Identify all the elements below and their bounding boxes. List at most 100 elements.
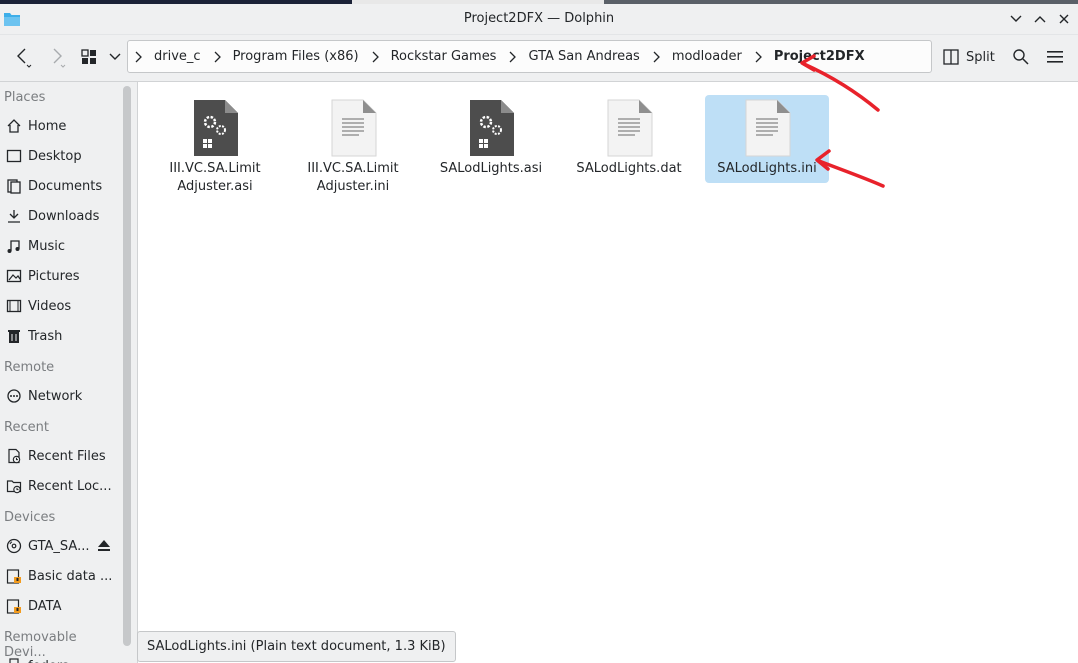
sidebar-item-network[interactable]: Network <box>0 382 118 410</box>
sidebar-item-label: Network <box>28 388 83 404</box>
file-name: SALodLights.ini <box>705 160 829 178</box>
sidebar-item-label: Home <box>28 118 67 134</box>
desktop-icon <box>5 147 23 165</box>
split-label: Split <box>966 49 995 65</box>
file-name-line: III.VC.SA.Limit <box>169 161 261 176</box>
sidebar-scrollbar[interactable] <box>123 86 131 646</box>
breadcrumb-item-gta-san-andreas[interactable]: GTA San Andreas <box>522 49 645 64</box>
breadcrumb[interactable]: drive_c Program Files (x86) Rockstar Gam… <box>127 40 932 73</box>
sidebar-item-label: Downloads <box>28 208 100 224</box>
sidebar-item-home[interactable]: Home <box>0 112 118 140</box>
sidebar-item-label: Videos <box>28 298 72 314</box>
chevron-right-icon <box>372 51 379 62</box>
sidebar-item-trash[interactable]: Trash <box>0 322 118 350</box>
breadcrumb-root-separator[interactable] <box>128 51 148 63</box>
file-view[interactable]: III.VC.SA.Limit Adjuster.asi III.VC.SA.L… <box>138 82 1078 663</box>
sidebar-item-gta-sa-disc[interactable]: GTA_SA... <box>0 532 118 560</box>
split-view-icon <box>943 49 959 65</box>
breadcrumb-separator[interactable] <box>207 51 227 63</box>
back-button[interactable] <box>8 43 38 71</box>
sidebar-item-recent-locations[interactable]: Recent Loc... <box>0 472 118 500</box>
sidebar-item-pictures[interactable]: Pictures <box>0 262 118 290</box>
chevron-right-icon <box>135 51 142 62</box>
forward-button[interactable] <box>42 43 72 71</box>
sidebar-item-label: Music <box>28 238 65 254</box>
sidebar-item-label: Recent Files <box>28 448 106 464</box>
sidebar-item-recent-files[interactable]: Recent Files <box>0 442 118 470</box>
drive-icon <box>5 597 23 615</box>
sidebar-item-label: fedora <box>28 659 70 663</box>
chevron-right-icon <box>755 51 762 62</box>
file-item[interactable]: III.VC.SA.Limit Adjuster.asi <box>153 95 277 194</box>
title-bar[interactable]: Project2DFX — Dolphin <box>0 4 1078 35</box>
search-button[interactable] <box>1010 43 1032 71</box>
text-file-icon <box>331 99 377 157</box>
maximize-button[interactable] <box>1030 9 1050 29</box>
breadcrumb-item-program-files[interactable]: Program Files (x86) <box>227 49 365 64</box>
chevron-right-icon <box>53 48 66 68</box>
main-menu-button[interactable] <box>1044 43 1066 71</box>
breadcrumb-item-rockstar-games[interactable]: Rockstar Games <box>385 49 503 64</box>
section-title-devices: Devices <box>4 510 56 525</box>
close-button[interactable] <box>1054 9 1074 29</box>
breadcrumb-item-modloader[interactable]: modloader <box>666 49 748 64</box>
sidebar-item-documents[interactable]: Documents <box>0 172 118 200</box>
file-item[interactable]: SALodLights.asi <box>429 95 553 183</box>
file-item[interactable]: III.VC.SA.Limit Adjuster.ini <box>291 95 415 194</box>
sidebar-item-fedora[interactable]: fedora <box>0 652 118 663</box>
breadcrumb-item-current[interactable]: Project2DFX <box>768 49 871 64</box>
view-mode-dropdown[interactable] <box>104 43 126 71</box>
file-name-line: SALodLights.asi <box>439 161 543 176</box>
file-name: SALodLights.dat <box>567 160 691 178</box>
chevron-right-icon <box>653 51 660 62</box>
close-icon <box>1059 14 1069 24</box>
chevron-down-icon <box>109 53 121 60</box>
sidebar-item-label: Recent Loc... <box>28 478 112 494</box>
videos-icon <box>5 297 23 315</box>
sidebar-item-downloads[interactable]: Downloads <box>0 202 118 230</box>
sidebar-item-label: Documents <box>28 178 103 194</box>
eject-icon[interactable] <box>97 538 111 556</box>
file-name-line: SALodLights.dat <box>576 161 682 176</box>
sidebar-item-basic-data[interactable]: Basic data ... <box>0 562 118 590</box>
file-name-line: III.VC.SA.Limit <box>307 161 399 176</box>
section-title-remote: Remote <box>4 360 55 375</box>
sidebar-item-label: Trash <box>28 328 63 344</box>
view-mode-button[interactable] <box>78 43 100 71</box>
sidebar-item-videos[interactable]: Videos <box>0 292 118 320</box>
breadcrumb-separator[interactable] <box>646 51 666 63</box>
window-title: Project2DFX — Dolphin <box>463 11 615 26</box>
file-item-selected[interactable]: SALodLights.ini <box>705 95 829 183</box>
recent-locations-icon <box>5 477 23 495</box>
sidebar-item-label: GTA_SA... <box>28 538 90 554</box>
chevron-right-icon <box>510 51 517 62</box>
network-icon <box>5 387 23 405</box>
breadcrumb-separator[interactable] <box>365 51 385 63</box>
chevron-left-icon <box>17 48 32 68</box>
file-name: III.VC.SA.Limit Adjuster.asi <box>153 160 277 196</box>
toolbar: drive_c Program Files (x86) Rockstar Gam… <box>0 35 1078 82</box>
breadcrumb-separator[interactable] <box>502 51 522 63</box>
view-grid-icon <box>81 49 96 64</box>
executable-file-icon <box>470 100 514 156</box>
drive-icon <box>5 567 23 585</box>
home-icon <box>5 117 23 135</box>
status-bar: SALodLights.ini (Plain text document, 1.… <box>137 631 456 662</box>
minimize-button[interactable] <box>1006 9 1026 29</box>
split-button[interactable]: Split <box>942 43 995 71</box>
downloads-icon <box>5 207 23 225</box>
usb-drive-icon <box>5 657 23 663</box>
sidebar-item-label: Desktop <box>28 148 82 164</box>
sidebar-item-desktop[interactable]: Desktop <box>0 142 118 170</box>
file-name: SALodLights.asi <box>429 160 553 178</box>
sidebar-item-data[interactable]: DATA <box>0 592 118 620</box>
breadcrumb-item-drive-c[interactable]: drive_c <box>148 49 207 64</box>
file-item[interactable]: SALodLights.dat <box>567 95 691 183</box>
breadcrumb-separator[interactable] <box>748 51 768 63</box>
sidebar-item-music[interactable]: Music <box>0 232 118 260</box>
text-file-icon <box>607 99 653 157</box>
sidebar-item-label: DATA <box>28 598 62 614</box>
file-name: III.VC.SA.Limit Adjuster.ini <box>291 160 415 196</box>
sidebar-splitter[interactable] <box>118 82 138 663</box>
documents-icon <box>5 177 23 195</box>
